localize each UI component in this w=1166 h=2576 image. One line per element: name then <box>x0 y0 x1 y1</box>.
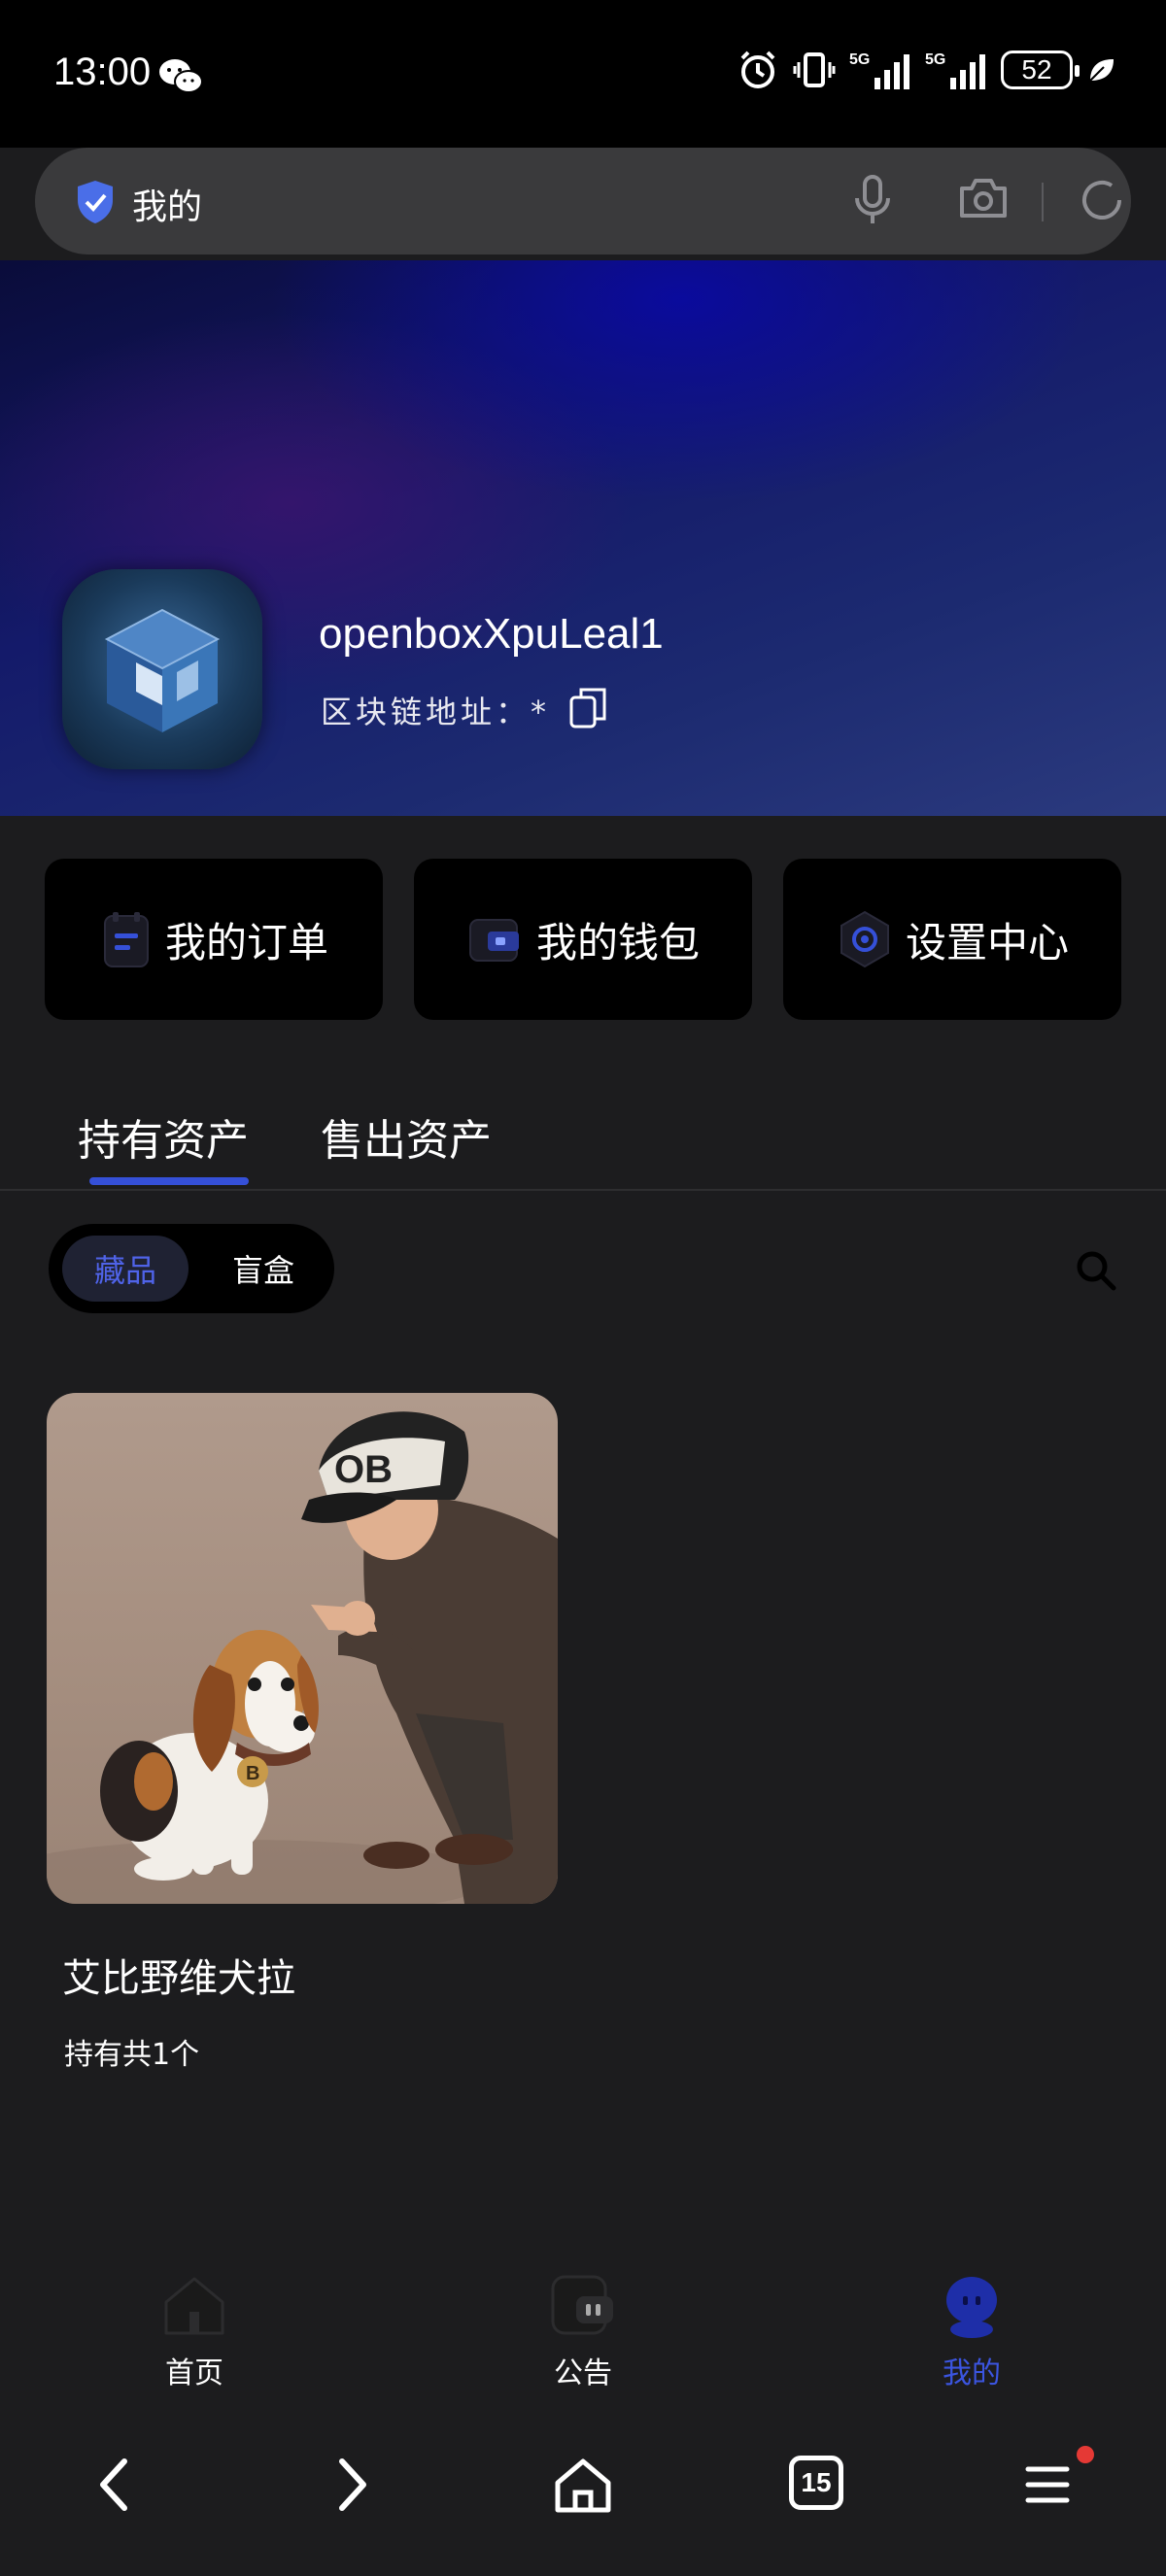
collectible-image[interactable]: OB B <box>47 1393 558 1904</box>
settings-center-button[interactable]: 设置中心 <box>783 859 1121 1020</box>
asset-tabs: 持有资产 售出资产 <box>0 1088 1166 1191</box>
chain-address-label: 区块链地址：* <box>321 694 551 730</box>
tab-held-assets[interactable]: 持有资产 <box>78 1105 249 1168</box>
search-icon[interactable] <box>1075 1249 1117 1296</box>
tab-count: 15 <box>789 2456 843 2510</box>
alarm-icon <box>740 51 775 88</box>
address-text[interactable]: 我的 <box>132 179 202 229</box>
status-time: 13:00 <box>53 51 152 93</box>
menu-icon[interactable] <box>1024 2456 1071 2518</box>
profile-icon <box>946 2277 997 2338</box>
nav-mine[interactable]: 我的 <box>904 2273 1040 2391</box>
vibrate-icon <box>793 52 836 87</box>
browser-home-icon[interactable] <box>552 2456 614 2520</box>
nav-mine-label: 我的 <box>943 2356 1001 2390</box>
active-tab-indicator <box>89 1177 249 1185</box>
nav-notice-label: 公告 <box>554 2356 612 2390</box>
status-bar: 13:00 5G 5G 52 <box>0 0 1166 148</box>
microphone-icon[interactable] <box>853 175 892 229</box>
username: openboxXpuLeal1 <box>319 610 664 658</box>
nav-home-label: 首页 <box>165 2356 223 2390</box>
shield-icon <box>74 179 117 229</box>
my-wallet-label: 我的钱包 <box>535 918 700 966</box>
tabs-button[interactable]: 15 <box>789 2456 843 2510</box>
my-orders-button[interactable]: 我的订单 <box>45 859 383 1020</box>
collectible-name[interactable]: 艾比野维犬拉 <box>62 1947 295 2003</box>
segment-collectibles[interactable]: 藏品 <box>62 1236 189 1302</box>
category-switch: 藏品 盲盒 <box>49 1224 334 1313</box>
svg-text:OB: OB <box>334 1448 393 1491</box>
forward-icon[interactable] <box>330 2456 373 2518</box>
wechat-icon <box>157 56 204 99</box>
notification-dot <box>1077 2446 1094 2463</box>
svg-text:B: B <box>246 1763 259 1784</box>
settings-center-label: 设置中心 <box>905 918 1069 966</box>
order-icon <box>103 912 149 967</box>
wallet-icon <box>468 919 519 962</box>
home-icon <box>164 2277 224 2335</box>
avatar[interactable] <box>62 569 262 769</box>
status-icons: 5G 5G 52 <box>737 49 1115 91</box>
svg-text:5G: 5G <box>925 51 945 68</box>
my-wallet-button[interactable]: 我的钱包 <box>414 859 752 1020</box>
copy-icon[interactable] <box>567 686 608 732</box>
back-icon[interactable] <box>93 2456 136 2518</box>
signal-icon-1: 5G <box>849 51 909 89</box>
browser-toolbar: 15 <box>0 2409 1166 2576</box>
leaf-icon <box>1089 59 1114 82</box>
collectible-count: 持有共1个 <box>64 2038 200 2072</box>
nav-home[interactable]: 首页 <box>126 2273 262 2391</box>
notice-icon <box>551 2275 613 2335</box>
refresh-icon[interactable] <box>1077 175 1127 229</box>
signal-icon-2: 5G <box>925 51 985 89</box>
nav-notice[interactable]: 公告 <box>515 2273 651 2391</box>
app-bottom-nav: 首页 公告 我的 <box>0 2254 1166 2399</box>
action-cards: 我的订单 我的钱包 设置中心 <box>45 859 1123 1020</box>
my-orders-label: 我的订单 <box>164 918 328 966</box>
address-bar[interactable]: 我的 <box>35 148 1131 254</box>
camera-icon[interactable] <box>958 177 1009 223</box>
battery-indicator: 52 <box>1001 51 1080 89</box>
settings-icon <box>840 910 889 968</box>
tab-sold-assets[interactable]: 售出资产 <box>321 1105 492 1168</box>
divider <box>1042 183 1044 221</box>
svg-text:5G: 5G <box>849 51 870 68</box>
segment-blind-box[interactable]: 盲盒 <box>200 1236 326 1302</box>
